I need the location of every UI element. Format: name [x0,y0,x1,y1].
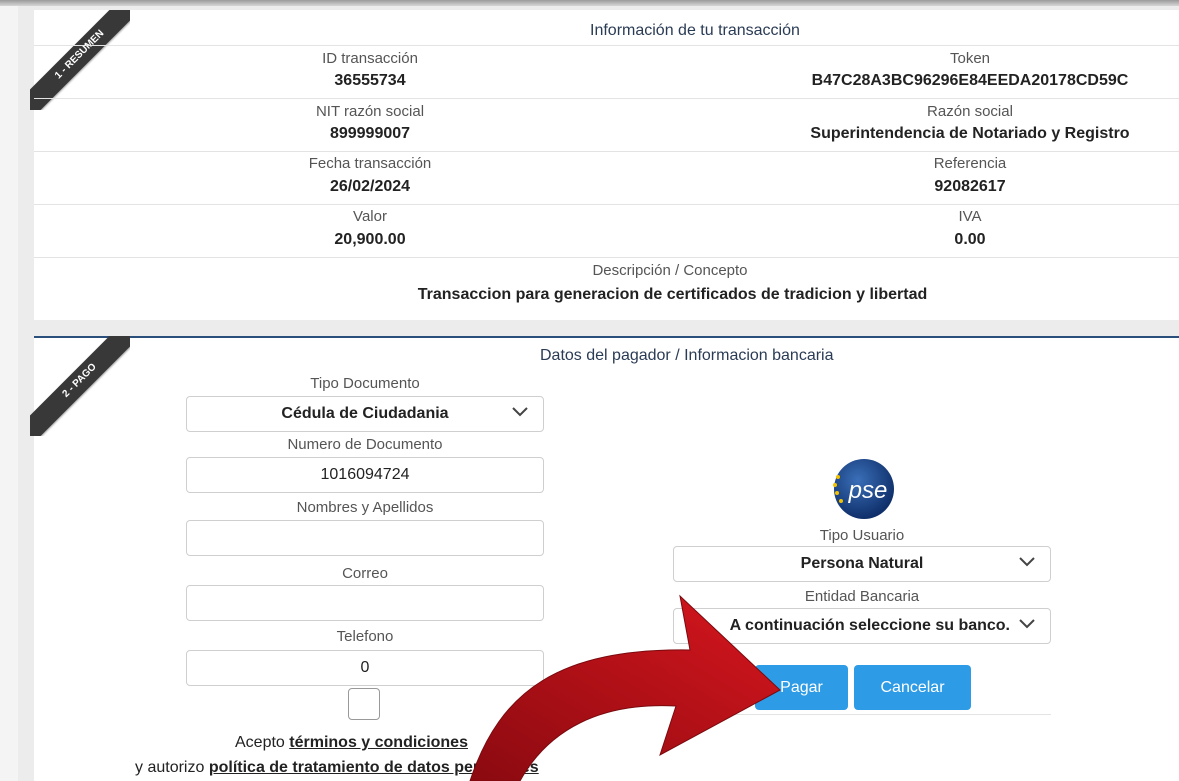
valor-label: Valor [353,208,387,225]
descripcion-label: Descripción / Concepto [592,262,748,279]
entidad-bancaria-value: A continuación seleccione su banco. [729,617,1010,634]
nit-value: 899999007 [329,125,411,142]
terms-link[interactable]: términos y condiciones [289,734,468,751]
chevron-down-icon [1019,619,1035,629]
fecha-label: Fecha transacción [308,155,432,172]
iva-label: IVA [958,208,982,225]
divider [34,45,1179,46]
pse-logo: pse [833,459,894,519]
tipo-documento-value: Cédula de Ciudadania [281,405,449,422]
left-margin [0,6,18,781]
iva-value: 0.00 [954,231,986,248]
divider [673,714,1051,715]
razon-social-label: Razón social [927,103,1013,120]
telefono-input[interactable]: 0 [186,650,544,686]
pagar-button[interactable]: Pagar [755,665,848,710]
descripcion-value: Transaccion para generacion de certifica… [417,286,928,303]
id-transaccion-value: 36555734 [334,72,406,89]
referencia-value: 92082617 [934,178,1006,195]
divider [34,204,1179,205]
chevron-down-icon [1019,557,1035,567]
razon-social-value: Superintendencia de Notariado y Registro [810,125,1130,142]
accept-text: Acepto [235,734,285,751]
window-top-shadow [0,0,1179,6]
numero-documento-input[interactable]: 1016094724 [186,457,544,493]
terms-text: Acepto términos y condiciones [235,734,468,752]
divider [34,257,1179,258]
section-line [34,336,1179,338]
svg-text:pse: pse [848,477,888,504]
correo-label: Correo [342,565,388,582]
valor-value: 20,900.00 [334,231,406,248]
tipo-usuario-label: Tipo Usuario [819,527,905,544]
nombres-label: Nombres y Apellidos [296,499,434,516]
entidad-bancaria-select[interactable]: A continuación seleccione su banco. [673,608,1051,644]
nombres-input[interactable] [186,520,544,556]
tipo-documento-label: Tipo Documento [310,375,420,392]
id-transaccion-label: ID transacción [322,50,418,67]
payment-ribbon: 2 - PAGO [30,336,130,436]
authorize-text: y autorizo [135,759,205,776]
payment-title: Datos del pagador / Informacion bancaria [540,347,834,364]
summary-ribbon: 1 - RESUMEN [30,10,130,110]
token-label: Token [949,50,991,67]
token-value: B47C28A3BC96296E84EEDA20178CD59C [811,72,1129,89]
payment-ribbon-label: 2 - PAGO [30,336,130,436]
entidad-bancaria-label: Entidad Bancaria [804,588,920,605]
correo-input[interactable] [186,585,544,621]
telefono-label: Telefono [336,628,394,645]
fecha-value: 26/02/2024 [329,178,411,195]
numero-documento-label: Numero de Documento [287,436,443,453]
divider [34,151,1179,152]
summary-title: Información de tu transacción [590,22,800,39]
privacy-link[interactable]: política de tratamiento de datos persona… [209,759,539,776]
cancelar-button[interactable]: Cancelar [854,665,971,710]
tipo-usuario-value: Persona Natural [800,555,924,572]
tipo-usuario-select[interactable]: Persona Natural [673,546,1051,582]
chevron-down-icon [512,407,528,417]
tipo-documento-select[interactable]: Cédula de Ciudadania [186,396,544,432]
referencia-label: Referencia [933,155,1007,172]
nit-label: NIT razón social [315,103,425,120]
divider [34,98,1179,99]
summary-ribbon-label: 1 - RESUMEN [30,10,130,110]
privacy-text: y autorizo política de tratamiento de da… [135,759,539,777]
terms-checkbox[interactable] [348,688,380,720]
